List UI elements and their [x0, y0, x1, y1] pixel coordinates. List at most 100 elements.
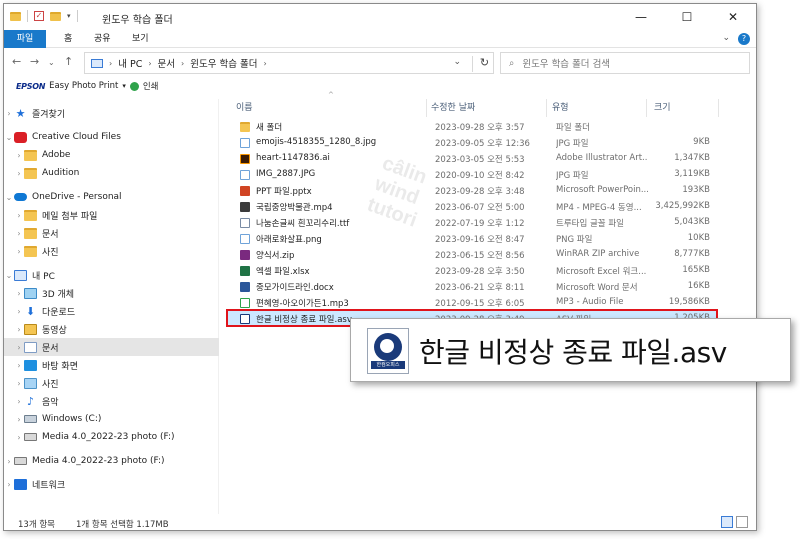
sidebar-item-favorites[interactable]: › ★ 즐겨찾기: [4, 104, 219, 122]
breadcrumb-pc[interactable]: 내 PC: [118, 56, 142, 70]
sidebar-item-onedrive-pictures[interactable]: › 사진: [4, 242, 219, 260]
help-icon[interactable]: ?: [738, 33, 750, 45]
file-name: 엑셀 파일.xlsx: [256, 267, 310, 277]
sidebar-item-creative-cloud[interactable]: ⌄ Creative Cloud Files: [4, 128, 219, 146]
tab-share[interactable]: 공유: [82, 30, 123, 48]
sidebar-item-windows-c[interactable]: › Windows (C:): [4, 410, 219, 428]
sidebar-item-mail-attachments[interactable]: › 메일 첨부 파일: [4, 206, 219, 224]
sidebar-item-documents[interactable]: › 문서: [4, 338, 219, 356]
expand-icon[interactable]: ›: [4, 480, 14, 489]
expand-icon[interactable]: ›: [14, 307, 24, 316]
sidebar-item-desktop[interactable]: › 바탕 화면: [4, 356, 219, 374]
address-bar[interactable]: › 내 PC › 문서 › 윈도우 학습 폴더 › ⌄: [84, 52, 494, 74]
recent-locations-icon[interactable]: ⌄: [48, 58, 55, 67]
sidebar-item-pictures[interactable]: › 사진: [4, 374, 219, 392]
file-row-heart-ai[interactable]: heart-1147836.ai 2023-03-05 오전 5:53 Adobe …: [228, 151, 716, 167]
divider: [76, 10, 78, 22]
jpg-file-icon: [240, 170, 250, 180]
back-icon[interactable]: ←: [12, 55, 21, 68]
chevron-right-icon[interactable]: ›: [148, 59, 151, 68]
file-row-mp4[interactable]: 국립중앙박물관.mp4 2023-06-07 오전 5:00 MP4 - MPEG-…: [228, 199, 716, 215]
close-button[interactable]: ✕: [710, 4, 756, 30]
expand-icon[interactable]: ⌄: [4, 133, 14, 142]
maximize-button[interactable]: ☐: [664, 4, 710, 30]
expand-icon[interactable]: ›: [14, 379, 24, 388]
sidebar-item-downloads[interactable]: › ⬇ 다운로드: [4, 302, 219, 320]
font-file-icon: [240, 218, 250, 228]
properties-icon[interactable]: ✓: [34, 11, 44, 21]
expand-icon[interactable]: ›: [14, 151, 24, 160]
tab-view[interactable]: 보기: [120, 30, 161, 48]
chevron-right-icon[interactable]: ›: [109, 59, 112, 68]
sidebar-item-label: 네트워크: [32, 480, 66, 491]
column-header-name[interactable]: 이름: [236, 99, 253, 117]
tab-home[interactable]: 홈: [52, 30, 84, 48]
chevron-right-icon[interactable]: ›: [263, 59, 266, 68]
expand-icon[interactable]: ›: [14, 247, 24, 256]
sidebar-item-music[interactable]: › ♪ 음악: [4, 392, 219, 410]
sidebar-item-network[interactable]: › 네트워크: [4, 475, 219, 493]
expand-icon[interactable]: ⌄: [4, 271, 14, 280]
up-icon[interactable]: ↑: [64, 55, 73, 68]
expand-icon[interactable]: ›: [14, 169, 24, 178]
sidebar-item-audition[interactable]: › Audition: [4, 164, 219, 182]
file-row-png[interactable]: 아래로화살표.png 2023-09-16 오전 8:47 PNG 파일 10KB: [228, 231, 716, 247]
chevron-right-icon[interactable]: ›: [181, 59, 184, 68]
expand-icon[interactable]: ⌄: [4, 193, 14, 202]
column-header-date[interactable]: 수정한 날짜: [431, 99, 475, 117]
column-divider[interactable]: [546, 99, 547, 117]
forward-icon[interactable]: →: [30, 55, 39, 68]
expand-icon[interactable]: ›: [14, 415, 24, 424]
new-folder-icon[interactable]: [50, 11, 61, 21]
expand-icon[interactable]: ›: [14, 211, 24, 220]
expand-icon[interactable]: ›: [4, 109, 14, 118]
expand-icon[interactable]: ›: [14, 361, 24, 370]
breadcrumb-documents[interactable]: 문서: [158, 56, 175, 70]
sidebar-item-onedrive[interactable]: ⌄ OneDrive - Personal: [4, 188, 219, 206]
expand-icon[interactable]: ›: [14, 397, 24, 406]
hancom-badge: 한컴오피스: [371, 361, 405, 369]
column-divider[interactable]: [426, 99, 427, 117]
expand-icon[interactable]: ›: [4, 457, 14, 466]
refresh-button[interactable]: ↻: [472, 56, 496, 72]
file-row-xlsx[interactable]: 엑셀 파일.xlsx 2023-09-28 오후 3:50 Microsoft Ex…: [228, 263, 716, 279]
expand-icon[interactable]: ›: [14, 343, 24, 352]
column-header-size[interactable]: 크기: [654, 99, 671, 117]
column-divider[interactable]: [646, 99, 647, 117]
sidebar-item-this-pc[interactable]: ⌄ 내 PC: [4, 266, 219, 284]
sidebar-item-onedrive-documents[interactable]: › 문서: [4, 224, 219, 242]
print-button[interactable]: 인쇄: [143, 80, 159, 92]
file-row-ppt[interactable]: PPT 파일.pptx 2023-09-28 오후 3:48 Microsoft P…: [228, 183, 716, 199]
sidebar-item-label: Media 4.0_2022-23 photo (F:): [42, 432, 175, 442]
customize-qat-icon[interactable]: ▾: [67, 12, 71, 20]
large-icons-view-icon[interactable]: [736, 516, 748, 528]
file-row-ttf[interactable]: 나눔손글씨 흰꼬리수리.ttf 2022-07-19 오후 1:12 트루타입 글꼴…: [228, 215, 716, 231]
sidebar-item-media-f[interactable]: › Media 4.0_2022-23 photo (F:): [4, 428, 219, 446]
details-view-icon[interactable]: [721, 516, 733, 528]
file-row-new-folder[interactable]: 새 폴더 2023-09-28 오후 3:57 파일 폴더: [228, 119, 716, 135]
sidebar-item-3d-objects[interactable]: › 3D 개체: [4, 284, 219, 302]
tab-file[interactable]: 파일: [4, 30, 46, 48]
search-input[interactable]: ⌕ 윈도우 학습 폴더 검색: [500, 52, 750, 74]
sidebar-item-adobe[interactable]: › Adobe: [4, 146, 219, 164]
address-dropdown-icon[interactable]: ⌄: [453, 57, 461, 67]
expand-icon[interactable]: ›: [14, 229, 24, 238]
breadcrumb-current-folder[interactable]: 윈도우 학습 폴더: [190, 56, 257, 70]
expand-icon[interactable]: ›: [14, 433, 24, 442]
minimize-button[interactable]: —: [618, 4, 664, 30]
column-divider[interactable]: [718, 99, 719, 117]
expand-icon[interactable]: ›: [14, 289, 24, 298]
dropdown-icon[interactable]: ▾: [122, 82, 126, 90]
file-row-docx[interactable]: 중모가이드라인.docx 2023-06-21 오후 8:11 Microsoft …: [228, 279, 716, 295]
column-header-type[interactable]: 유형: [552, 99, 569, 117]
expand-ribbon-icon[interactable]: ⌄: [722, 33, 730, 45]
expand-icon[interactable]: ›: [14, 325, 24, 334]
file-row-zip[interactable]: 양식서.zip 2023-06-15 오전 8:56 WinRAR ZIP arch…: [228, 247, 716, 263]
file-row-img-jpg[interactable]: IMG_2887.JPG 2020-09-10 오전 8:42 JPG 파일 3,11…: [228, 167, 716, 183]
sidebar-item-videos[interactable]: › 동영상: [4, 320, 219, 338]
sidebar-item-media-f-root[interactable]: › Media 4.0_2022-23 photo (F:): [4, 452, 219, 470]
file-row-emojis-jpg[interactable]: emojis-4518355_1280_8.jpg 2023-09-05 오후 1…: [228, 135, 716, 151]
video-icon: [24, 323, 37, 335]
easy-photo-print-button[interactable]: Easy Photo Print: [49, 81, 118, 91]
navigation-pane: › ★ 즐겨찾기 ⌄ Creative Cloud Files › Adobe › Aud…: [4, 99, 219, 514]
